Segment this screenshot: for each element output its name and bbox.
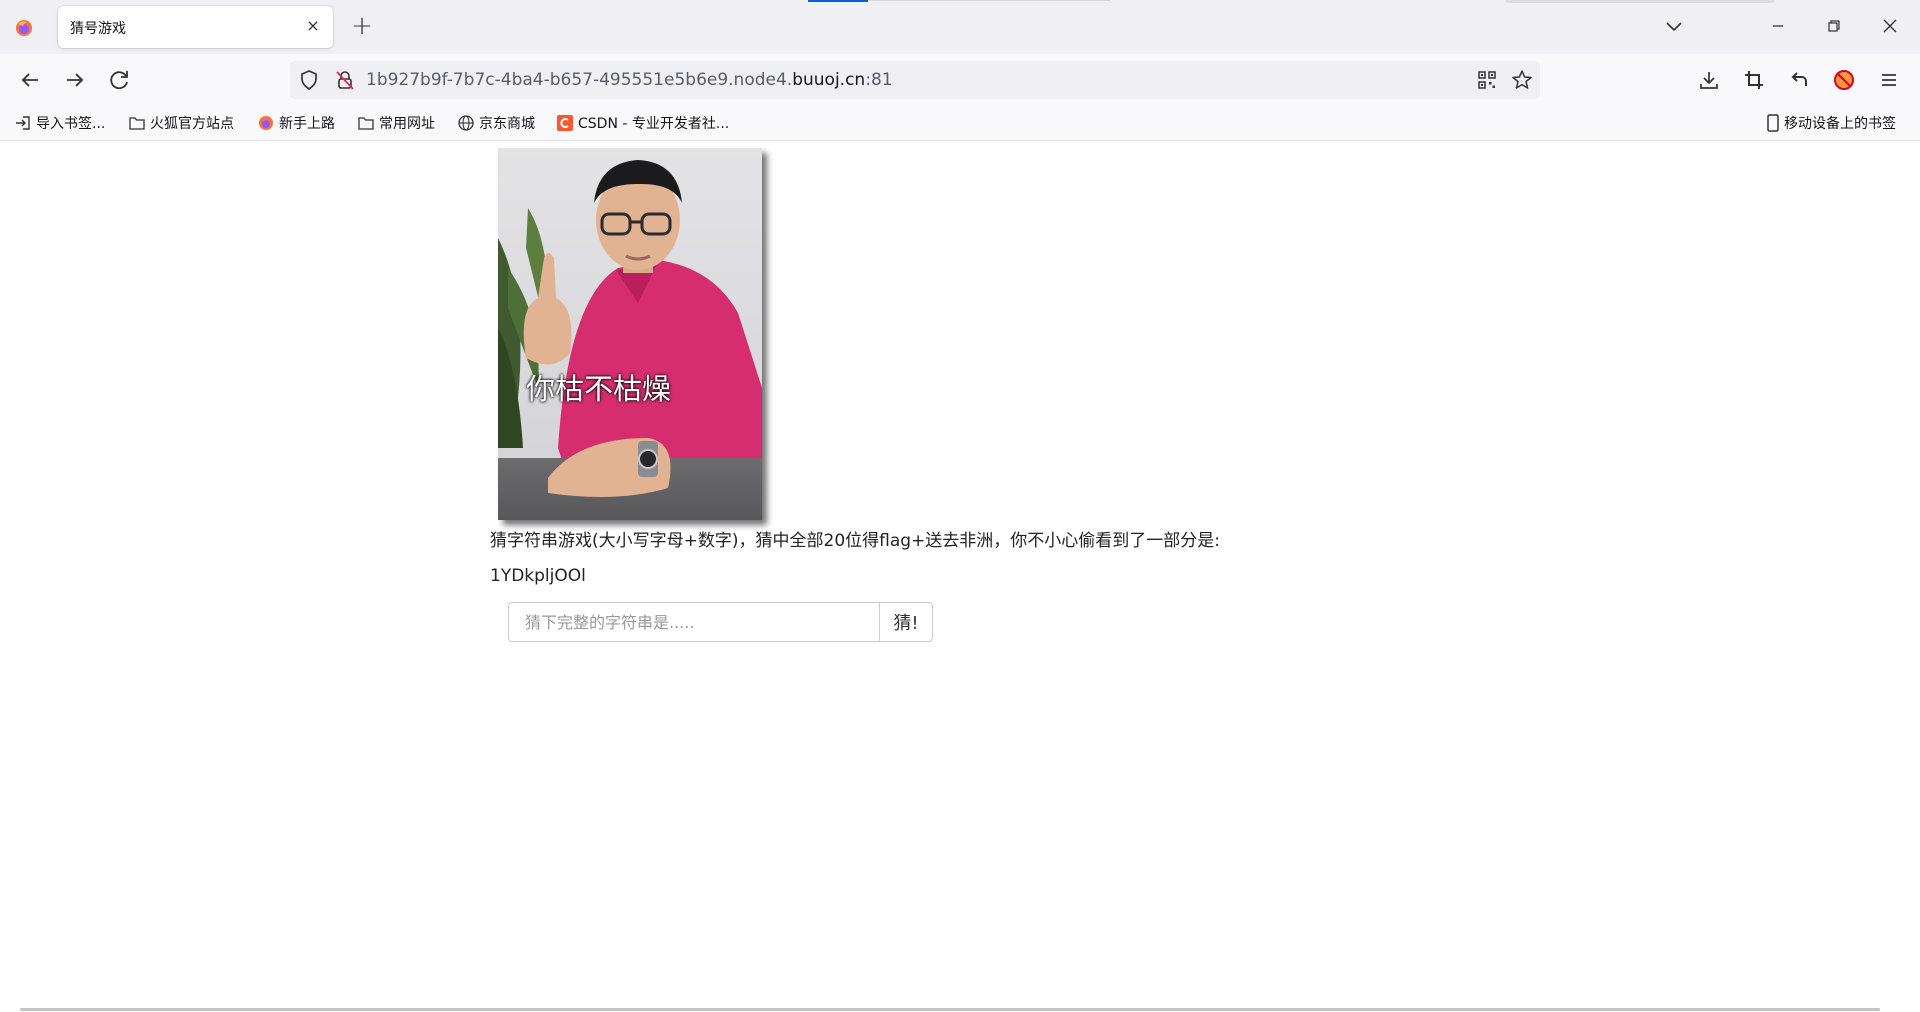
shield-icon[interactable]	[296, 67, 322, 93]
folder-icon	[358, 117, 374, 130]
restore-icon[interactable]	[1822, 14, 1846, 38]
new-tab-button[interactable]: +	[350, 12, 374, 42]
bookmark-label: 火狐官方站点	[150, 116, 234, 132]
csdn-icon	[557, 115, 573, 131]
screenshot-crop-icon[interactable]	[1741, 67, 1767, 93]
import-icon	[16, 116, 30, 130]
url-prefix: 1b927b9f-7b7c-4ba4-b657-495551e5b6e9.nod…	[366, 70, 793, 90]
forward-arrow-icon[interactable]	[61, 66, 89, 94]
firefox-icon	[259, 116, 273, 130]
window-edge-highlight	[1505, 0, 1775, 3]
url-text[interactable]: 1b927b9f-7b7c-4ba4-b657-495551e5b6e9.nod…	[366, 70, 893, 90]
partial-string-hint: 1YDkpljOOl	[490, 566, 586, 586]
guess-form: 猜!	[508, 602, 942, 644]
qr-code-icon[interactable]	[1474, 67, 1500, 93]
horizontal-scrollbar[interactable]	[20, 1008, 1880, 1011]
meme-photo	[498, 148, 762, 520]
close-window-icon[interactable]	[1878, 14, 1902, 38]
bookmark-common-sites[interactable]: 常用网址	[357, 113, 435, 133]
download-icon[interactable]	[1696, 67, 1722, 93]
game-prompt: 猜字符串游戏(大小写字母+数字)，猜中全部20位得flag+送去非洲，你不小心偷…	[490, 531, 1221, 551]
url-domain: buuoj.cn	[792, 70, 866, 90]
bookmark-label: 导入书签...	[36, 116, 106, 132]
guess-input[interactable]	[508, 602, 880, 642]
active-tab[interactable]: 猜号游戏 ×	[58, 6, 333, 48]
tab-strip-divider	[870, 0, 1110, 1]
guess-submit-button[interactable]: 猜!	[879, 602, 933, 642]
menu-hamburger-icon[interactable]	[1876, 67, 1902, 93]
meme-caption: 你枯不枯燥	[526, 372, 672, 406]
bookmark-label: 常用网址	[379, 116, 435, 132]
tab-close-icon[interactable]: ×	[303, 16, 323, 36]
meme-image: 你枯不枯燥	[498, 148, 762, 520]
globe-icon	[458, 115, 474, 131]
chevron-down-icon[interactable]	[1662, 14, 1686, 38]
bookmark-label: 新手上路	[279, 116, 335, 132]
bookmark-label: 京东商城	[479, 116, 535, 132]
tab-title: 猜号游戏	[70, 21, 126, 37]
folder-icon	[129, 117, 145, 130]
mobile-device-icon	[1767, 114, 1779, 132]
bookmark-import[interactable]: 导入书签...	[14, 113, 105, 133]
url-port: :81	[865, 70, 893, 90]
insecure-lock-icon[interactable]	[332, 67, 358, 93]
page-content	[0, 141, 1920, 1012]
bookmark-mobile[interactable]: 移动设备上的书签	[1766, 113, 1896, 133]
bookmark-csdn[interactable]: CSDN - 专业开发者社...	[556, 113, 729, 133]
extension-blocked-icon[interactable]	[1831, 67, 1857, 93]
undo-arrow-icon[interactable]	[1786, 67, 1812, 93]
bookmark-firefox-site[interactable]: 火狐官方站点	[128, 113, 234, 133]
bookmark-jd[interactable]: 京东商城	[457, 113, 535, 133]
firefox-icon	[16, 20, 32, 36]
back-arrow-icon[interactable]	[16, 66, 44, 94]
bookmark-star-icon[interactable]	[1509, 67, 1535, 93]
bookmark-label: CSDN - 专业开发者社...	[578, 116, 730, 132]
bookmark-label: 移动设备上的书签	[1784, 116, 1896, 132]
tab-loading-indicator	[808, 0, 868, 2]
reload-icon[interactable]	[106, 66, 134, 94]
minimize-icon[interactable]	[1766, 14, 1790, 38]
bookmark-getting-started[interactable]: 新手上路	[257, 113, 335, 133]
